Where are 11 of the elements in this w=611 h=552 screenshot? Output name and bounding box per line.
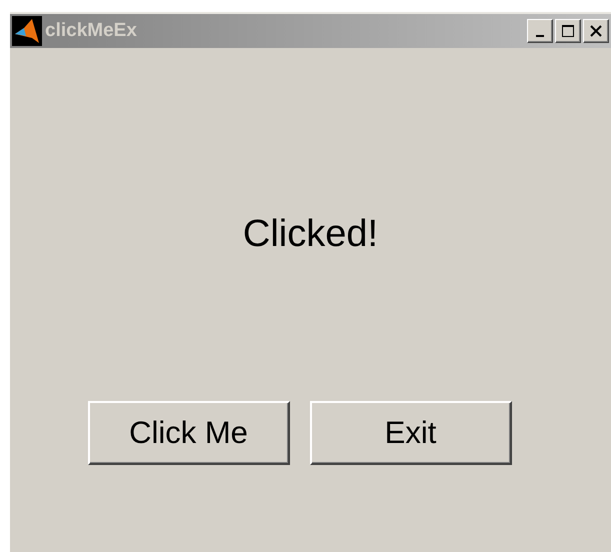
status-message: Clicked! <box>242 213 378 256</box>
minimize-icon <box>536 35 544 37</box>
maximize-button[interactable] <box>555 19 581 43</box>
window-title: clickMeEx <box>45 20 138 42</box>
close-icon <box>590 25 602 37</box>
minimize-button[interactable] <box>527 19 553 43</box>
push-button[interactable]: Exit <box>310 401 512 465</box>
maximize-icon <box>562 25 574 37</box>
close-button[interactable] <box>583 19 609 43</box>
app-logo-icon <box>12 16 42 46</box>
push-button[interactable]: Click Me <box>88 401 290 465</box>
